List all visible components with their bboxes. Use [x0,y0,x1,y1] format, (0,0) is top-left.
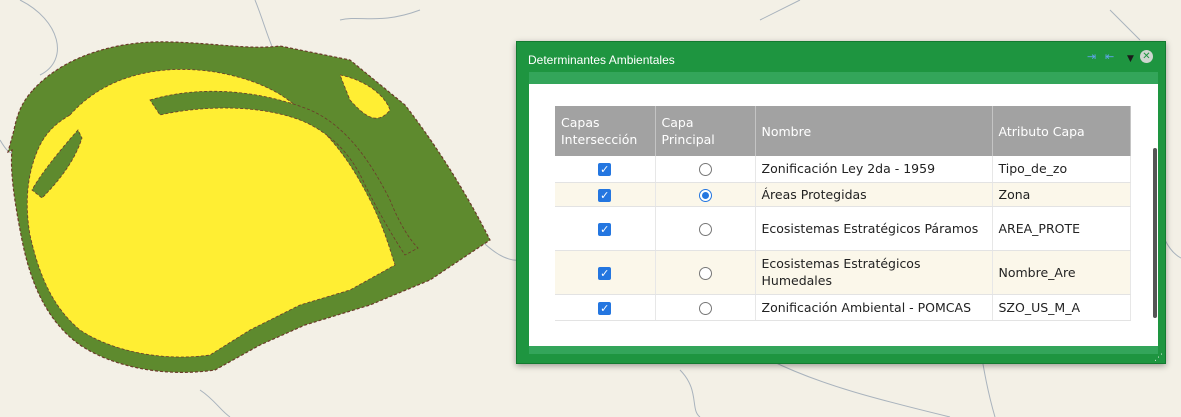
radio-unselected[interactable] [698,163,712,177]
table-row[interactable]: ✓ Áreas Protegidas Zona [555,182,1131,207]
radio-unselected[interactable] [698,301,712,315]
checkbox-checked-icon[interactable]: ✓ [598,163,612,177]
checkbox-checked-icon[interactable]: ✓ [598,188,612,202]
close-icon[interactable]: ✕ [1140,50,1153,63]
layer-name: Áreas Protegidas [755,182,993,207]
header-principal-line1: Capa [661,115,694,130]
checkbox-checked-icon[interactable]: ✓ [598,301,612,315]
principal-radio-cell[interactable] [655,250,756,295]
panel-top-strip [529,72,1158,84]
principal-radio-cell[interactable] [655,156,756,183]
layer-attribute: SZO_US_M_A [992,294,1131,321]
header-capa-principal[interactable]: Capa Principal [655,106,756,156]
principal-radio-cell[interactable] [655,294,756,321]
principal-radio-cell[interactable] [655,206,756,251]
intersect-checkbox-cell[interactable]: ✓ [555,182,656,207]
layers-table: Capas Intersección Capa Principal Nombre… [555,106,1131,321]
layer-attribute: AREA_PROTE [992,206,1131,251]
layer-name: Zonificación Ley 2da - 1959 [755,156,993,183]
panel-bottom-strip [529,346,1158,354]
determinantes-panel[interactable]: Determinantes Ambientales ⇥ ⇤ ▼ ✕ Capas … [516,41,1166,364]
table-row[interactable]: ✓ Ecosistemas Estratégicos Humedales Nom… [555,250,1131,295]
panel-header[interactable]: Determinantes Ambientales ⇥ ⇤ ▼ ✕ [517,42,1165,72]
radio-selected[interactable] [698,188,712,202]
principal-radio-cell[interactable] [655,182,756,207]
radio-unselected[interactable] [698,266,712,280]
layer-name: Ecosistemas Estratégicos Páramos [755,206,993,251]
table-header-row: Capas Intersección Capa Principal Nombre… [555,106,1131,156]
panel-title: Determinantes Ambientales [528,53,675,67]
header-principal-line2: Principal [661,132,715,147]
header-nombre[interactable]: Nombre [755,106,993,156]
radio-unselected[interactable] [698,222,712,236]
layer-attribute: Nombre_Are [992,250,1131,295]
intersect-checkbox-cell[interactable]: ✓ [555,294,656,321]
table-row[interactable]: ✓ Zonificación Ambiental - POMCAS SZO_US… [555,294,1131,321]
table-row[interactable]: ✓ Zonificación Ley 2da - 1959 Tipo_de_zo [555,156,1131,183]
header-capas-line1: Capas [561,115,600,130]
resize-handle-icon[interactable]: ⋰ [1154,353,1163,363]
table-scrollbar[interactable] [1153,148,1157,318]
table-row[interactable]: ✓ Ecosistemas Estratégicos Páramos AREA_… [555,206,1131,251]
pin-right-icon[interactable]: ⇤ [1105,50,1114,64]
layer-name: Ecosistemas Estratégicos Humedales [755,250,993,295]
layer-attribute: Tipo_de_zo [992,156,1131,183]
checkbox-checked-icon[interactable]: ✓ [598,266,612,280]
intersect-checkbox-cell[interactable]: ✓ [555,250,656,295]
pin-left-icon[interactable]: ⇥ [1087,50,1096,64]
collapse-icon[interactable]: ▼ [1127,52,1134,66]
layer-attribute: Zona [992,182,1131,207]
panel-body: Capas Intersección Capa Principal Nombre… [529,84,1158,346]
header-atributo[interactable]: Atributo Capa [992,106,1131,156]
header-capas-interseccion[interactable]: Capas Intersección [555,106,656,156]
intersect-checkbox-cell[interactable]: ✓ [555,156,656,183]
header-capas-line2: Intersección [561,132,638,147]
checkbox-checked-icon[interactable]: ✓ [598,222,612,236]
layer-name: Zonificación Ambiental - POMCAS [755,294,993,321]
intersect-checkbox-cell[interactable]: ✓ [555,206,656,251]
